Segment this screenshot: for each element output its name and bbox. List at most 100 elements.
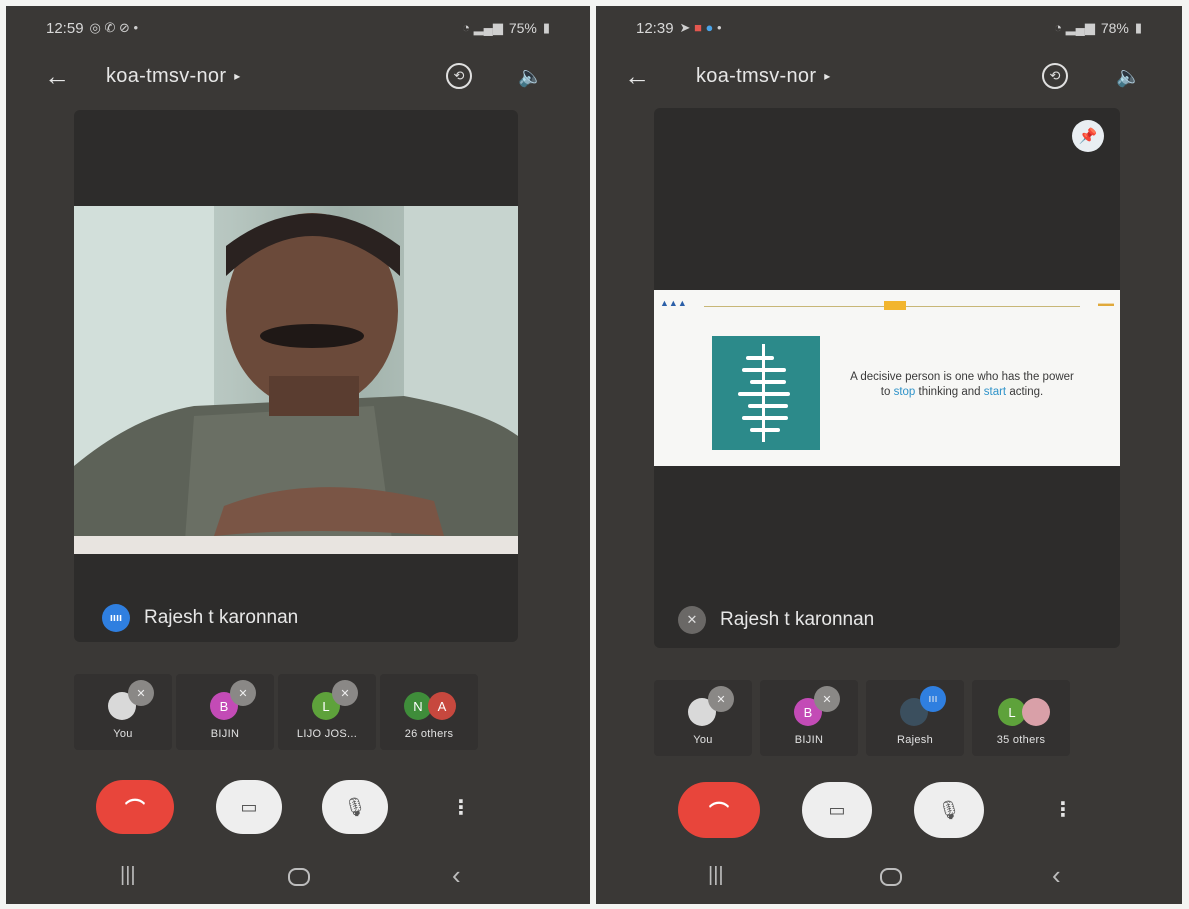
mic-toggle-button[interactable]: 🎙 [914,782,984,838]
participant-label: You [113,728,133,740]
participant-card[interactable]: ✕ You [74,674,172,750]
meeting-header: ← koa-tmsv-nor ▸ ⟲ 🔈 [6,50,590,102]
participant-card[interactable]: ııı Rajesh [866,680,964,756]
speaker-name-tag: ✕ Rajesh t karonnan [678,606,874,634]
waveform-graphic [738,344,790,442]
quote-keyword-start: start [983,386,1007,398]
battery-level: 78% [1100,20,1129,36]
battery-icon: ▮ [1134,20,1142,35]
more-vert-icon: ⋮ [451,796,471,819]
recents-icon[interactable]: ||| [708,864,724,887]
meeting-title[interactable]: koa-tmsv-nor ▸ [696,65,831,88]
quote-keyword-stop: stop [893,386,916,398]
pin-icon[interactable]: 📌 [1072,120,1104,152]
participant-strip: ✕ You B ✕ BIJIN ııı Rajesh L 35 others [596,680,1182,756]
mic-off-icon: ✕ [678,606,706,634]
switch-camera-icon[interactable]: ⟲ [1042,63,1068,89]
call-controls: ⌒ ▭ 🎙 ⋮ [6,776,590,846]
speaker-name-tag: ıııı Rajesh t karonnan [102,604,298,632]
avatar [1022,698,1050,726]
quote-part: thinking and [915,386,984,398]
participant-name: Rajesh t karonnan [720,609,875,630]
slide-quote: A decisive person is one who has the pow… [844,370,1080,400]
participant-card[interactable]: ✕ You [654,680,752,756]
main-video-tile[interactable]: ıııı Rajesh t karonnan [74,110,518,642]
meeting-header: ← koa-tmsv-nor ▸ ⟲ 🔈 [596,50,1182,102]
nav-back-icon[interactable]: ‹ [1052,860,1061,891]
mic-off-icon: ✕ [814,686,840,712]
caret-right-icon: ▸ [234,69,241,83]
participant-card[interactable]: B ✕ BIJIN [760,680,858,756]
meeting-title[interactable]: koa-tmsv-nor ▸ [106,65,241,88]
participant-card[interactable]: B ✕ BIJIN [176,674,274,750]
others-card[interactable]: L 35 others [972,680,1070,756]
camera-off-icon: ▭ [240,796,258,817]
recents-icon[interactable]: ||| [120,864,136,887]
mic-off-icon: ✕ [128,680,154,706]
camera-toggle-button[interactable]: ▭ [802,782,872,838]
call-controls: ⌒ ▭ 🎙 ⋮ [596,778,1182,848]
participant-video [74,206,518,554]
more-options-button[interactable]: ⋮ [446,790,476,824]
mic-off-icon: 🎙 [937,799,961,820]
participant-name: Rajesh t karonnan [144,607,299,628]
participant-label: Rajesh [896,734,934,746]
notification-icons: ➤ ■ ● • [679,20,722,35]
home-icon[interactable] [288,868,310,886]
slide-header-mark [884,301,906,310]
switch-camera-icon[interactable]: ⟲ [446,63,472,89]
more-options-button[interactable]: ⋮ [1048,792,1078,826]
mic-toggle-button[interactable]: 🎙 [322,780,388,834]
battery-icon: ▮ [542,20,550,35]
participant-label: BIJIN [794,734,824,746]
speaker-icon[interactable]: 🔈 [518,64,543,89]
more-vert-icon: ⋮ [1053,798,1073,821]
mic-off-icon: 🎙 [343,796,367,817]
participant-label: 26 others [404,728,454,740]
system-nav-bar: ||| ‹ [6,852,590,904]
hang-up-icon: ⌒ [125,798,145,821]
camera-toggle-button[interactable]: ▭ [216,780,282,834]
back-arrow-icon[interactable]: ← [624,63,650,89]
meeting-code: koa-tmsv-nor [106,64,227,87]
participant-label: LIJO JOS... [296,728,358,740]
signal-icon: ◔ ▂▄▆ [1054,20,1095,35]
phone-screen-left: 12:59 ◎ ✆ ⊘ • ◔ ▂▄▆ 75% ▮ ← koa-tmsv-nor… [6,6,590,904]
quote-part: acting. [1006,386,1044,398]
speaking-indicator-icon: ıııı [102,604,130,632]
status-bar: 12:39 ➤ ■ ● • ◔ ▂▄▆ 78% ▮ [596,6,1182,50]
status-bar: 12:59 ◎ ✆ ⊘ • ◔ ▂▄▆ 75% ▮ [6,6,590,50]
phone-screen-right: 12:39 ➤ ■ ● • ◔ ▂▄▆ 78% ▮ ← koa-tmsv-nor… [596,6,1182,904]
participant-label: You [693,734,713,746]
presentation-tile[interactable]: 📌 ▲▲▲ ▬▬ A decisive person is one who ha… [654,108,1120,648]
meeting-code: koa-tmsv-nor [696,64,817,87]
caret-right-icon: ▸ [824,69,831,83]
participant-video-frame [74,206,518,554]
end-call-button[interactable]: ⌒ [96,780,174,834]
avatar: A [428,692,456,720]
slide-illustration [712,336,820,450]
mic-off-icon: ✕ [708,686,734,712]
battery-level: 75% [508,20,537,36]
participant-label: BIJIN [210,728,240,740]
home-icon[interactable] [880,868,902,886]
system-nav-bar: ||| ‹ [596,852,1182,904]
mic-off-icon: ✕ [230,680,256,706]
slide-header: ▲▲▲ ▬▬ [654,296,1120,310]
speaking-indicator-icon: ııı [920,686,946,712]
slide-logo: ▲▲▲ [660,298,687,308]
mic-off-icon: ✕ [332,680,358,706]
participant-label: 35 others [996,734,1046,746]
nav-back-icon[interactable]: ‹ [452,860,461,891]
others-card[interactable]: N A 26 others [380,674,478,750]
status-time: 12:39 [636,19,674,37]
signal-icon: ◔ ▂▄▆ [462,20,503,35]
speaker-icon[interactable]: 🔈 [1116,64,1141,89]
participant-strip: ✕ You B ✕ BIJIN L ✕ LIJO JOS... N A 26 o… [6,674,590,750]
notification-icons: ◎ ✆ ⊘ • [89,20,139,35]
participant-card[interactable]: L ✕ LIJO JOS... [278,674,376,750]
hang-up-icon: ⌒ [709,801,729,824]
back-arrow-icon[interactable]: ← [44,63,70,89]
end-call-button[interactable]: ⌒ [678,782,760,838]
shared-slide: ▲▲▲ ▬▬ A decisive person is one who has … [654,290,1120,466]
